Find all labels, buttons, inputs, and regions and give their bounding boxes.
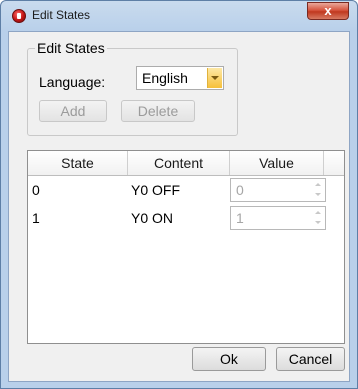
table-row[interactable]: 1 Y0 ON 1 (28, 205, 326, 231)
language-select-value: English (142, 70, 188, 86)
chevron-up-icon[interactable] (311, 207, 325, 218)
column-header-value[interactable]: Value (230, 151, 324, 175)
group-legend: Edit States (35, 40, 107, 56)
content-cell[interactable]: Y0 ON (131, 205, 227, 231)
content-cell[interactable]: Y0 OFF (131, 177, 227, 203)
chevron-up-icon[interactable] (311, 179, 325, 190)
value-stepper-value: 0 (236, 182, 244, 198)
chevron-down-icon[interactable] (207, 68, 222, 88)
column-header-filler (324, 151, 344, 175)
edit-states-dialog: Edit States x Edit States Language: Engl… (0, 0, 358, 389)
dialog-body: Edit States Language: English Add Delete… (8, 31, 350, 382)
column-header-state[interactable]: State (28, 151, 128, 175)
edit-states-group: Edit States Language: English Add Delete (27, 40, 238, 136)
app-icon (12, 9, 26, 23)
language-label: Language: (39, 74, 106, 90)
add-button[interactable]: Add (39, 100, 107, 122)
window-title: Edit States (32, 8, 91, 22)
value-stepper[interactable]: 0 (230, 178, 326, 202)
value-stepper[interactable]: 1 (230, 206, 326, 230)
close-button[interactable]: x (307, 2, 349, 20)
table-row[interactable]: 0 Y0 OFF 0 (28, 177, 326, 203)
chevron-down-icon[interactable] (311, 190, 325, 201)
column-header-content[interactable]: Content (128, 151, 230, 175)
cancel-button[interactable]: Cancel (276, 347, 345, 371)
language-select[interactable]: English (136, 66, 224, 90)
ok-button[interactable]: Ok (192, 347, 266, 371)
state-cell[interactable]: 1 (32, 205, 126, 231)
delete-button[interactable]: Delete (121, 100, 195, 122)
table-header: State Content Value (28, 151, 344, 176)
states-table: State Content Value 0 Y0 OFF 0 1 Y0 ON 1 (27, 150, 345, 344)
chevron-down-icon[interactable] (311, 218, 325, 229)
value-stepper-value: 1 (236, 210, 244, 226)
state-cell[interactable]: 0 (32, 177, 126, 203)
title-bar[interactable]: Edit States x (1, 1, 357, 31)
